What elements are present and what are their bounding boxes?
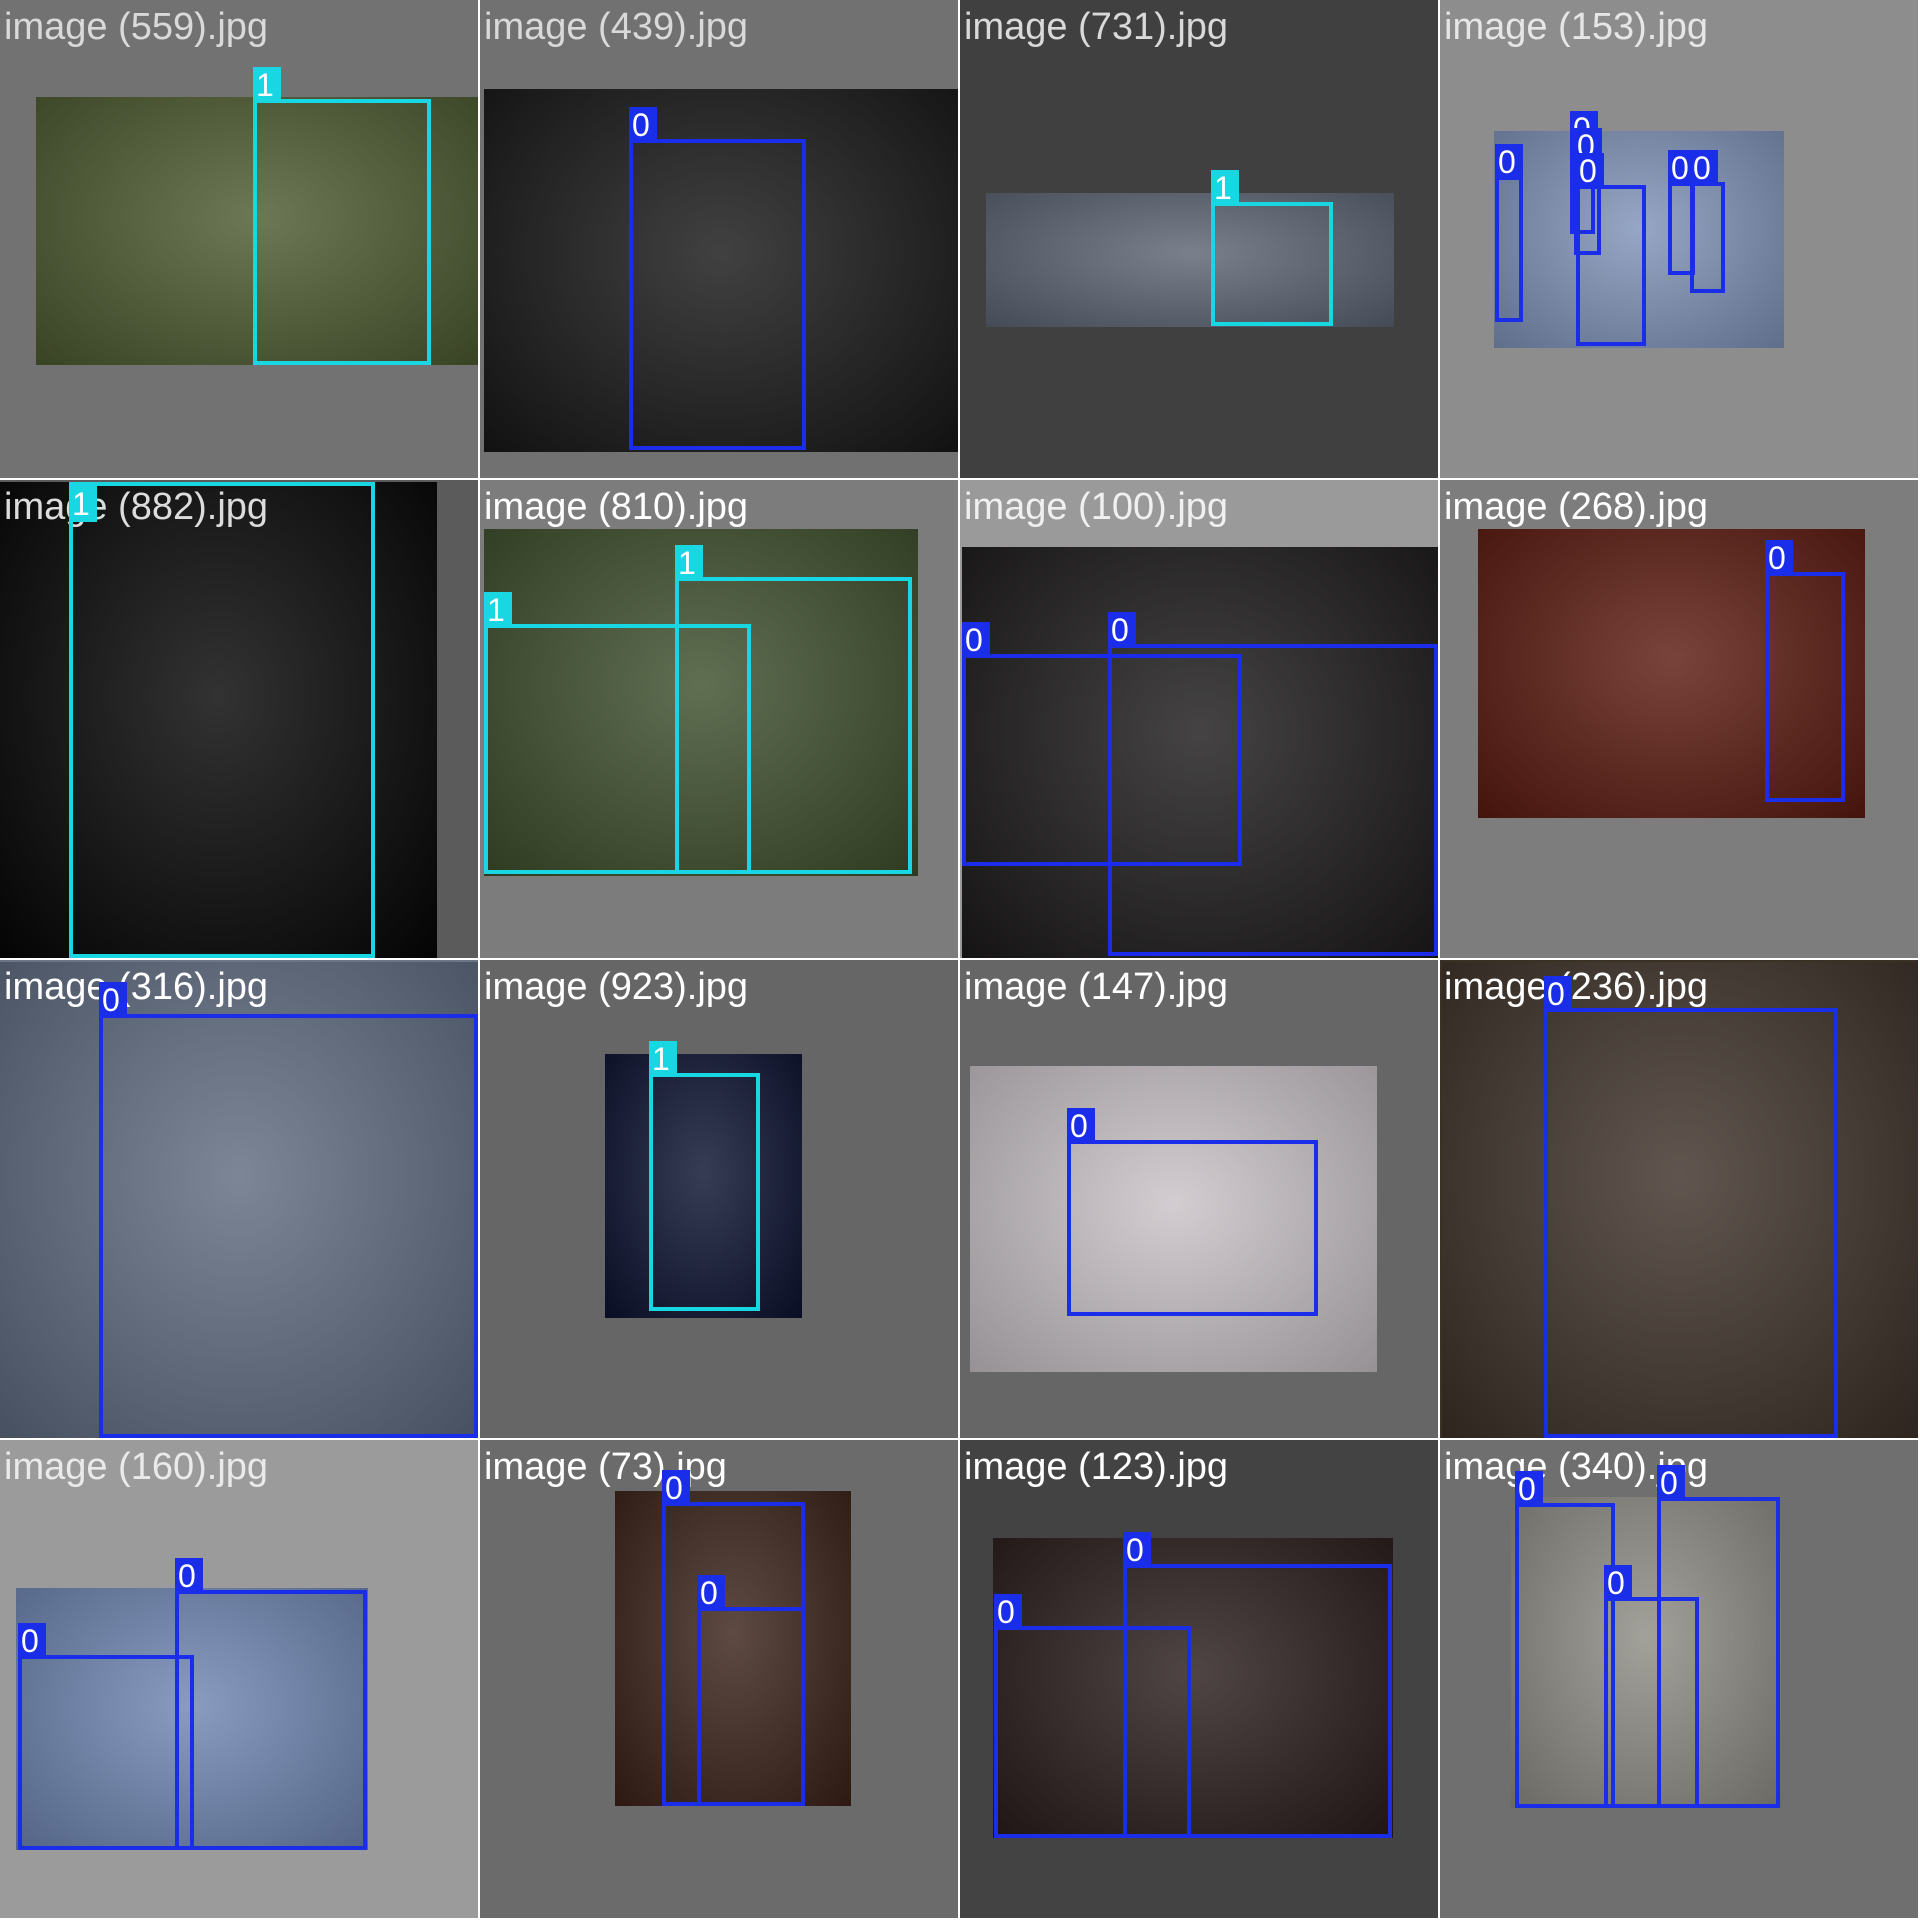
image-filename-label: image (100).jpg bbox=[964, 486, 1229, 528]
image-tile: image (559).jpg 1 bbox=[0, 0, 478, 478]
class-label-tag: 0 bbox=[1067, 1108, 1095, 1144]
class-label-tag: 0 bbox=[629, 107, 657, 143]
class-label-tag: 0 bbox=[1765, 540, 1793, 576]
image-filename-label: image (123).jpg bbox=[964, 1446, 1229, 1488]
prediction-grid: image (559).jpg 1 image (439).jpg 0 image (7… bbox=[0, 0, 1920, 1920]
image-filename-label: image (73).jpg bbox=[484, 1446, 727, 1488]
image-filename-label: image (236).jpg bbox=[1444, 966, 1709, 1008]
bounding-box: 0 bbox=[99, 982, 478, 1438]
bounding-box: 1 bbox=[69, 482, 375, 958]
class-label-tag: 0 bbox=[1495, 144, 1523, 180]
bounding-box: 0 bbox=[1576, 153, 1646, 346]
image-tile: image (439).jpg 0 bbox=[480, 0, 958, 478]
image-tile: image (810).jpg 1 1 bbox=[480, 480, 958, 958]
bounding-box: 0 bbox=[697, 1575, 805, 1806]
class-label-tag: 0 bbox=[1576, 153, 1604, 189]
bounding-box: 0 bbox=[1690, 150, 1725, 293]
bounding-box: 0 bbox=[1108, 612, 1438, 956]
class-label-tag: 1 bbox=[69, 486, 97, 522]
image-filename-label: image (268).jpg bbox=[1444, 486, 1709, 528]
class-label-tag: 0 bbox=[697, 1575, 725, 1611]
bounding-box: 1 bbox=[253, 67, 431, 365]
image-tile: image (123).jpg 0 0 bbox=[960, 1440, 1438, 1918]
image-tile: image (73).jpg 0 0 bbox=[480, 1440, 958, 1918]
image-filename-label: image (316).jpg bbox=[4, 966, 269, 1008]
image-filename-label: image (731).jpg bbox=[964, 6, 1229, 48]
bounding-box: 0 bbox=[1765, 540, 1845, 802]
class-label-tag: 0 bbox=[175, 1558, 203, 1594]
class-label-tag: 1 bbox=[649, 1041, 677, 1077]
image-filename-label: image (439).jpg bbox=[484, 6, 749, 48]
bounding-box: 0 bbox=[1067, 1108, 1318, 1316]
bounding-box: 0 bbox=[18, 1623, 194, 1850]
image-tile: image (236).jpg 0 bbox=[1440, 960, 1918, 1438]
class-label-tag: 0 bbox=[1108, 612, 1136, 648]
image-tile: image (160).jpg 0 0 bbox=[0, 1440, 478, 1918]
class-label-tag: 0 bbox=[662, 1470, 690, 1506]
class-label-tag: 1 bbox=[484, 592, 512, 628]
image-tile: image (153).jpg000000 bbox=[1440, 0, 1918, 478]
class-label-tag: 0 bbox=[1690, 150, 1718, 186]
image-filename-label: image (153).jpg bbox=[1444, 6, 1709, 48]
class-label-tag: 0 bbox=[18, 1623, 46, 1659]
bounding-box: 0 bbox=[1123, 1532, 1392, 1838]
bounding-box: 0 bbox=[1544, 976, 1838, 1438]
image-tile: image (923).jpg 1 bbox=[480, 960, 958, 1438]
image-filename-label: image (147).jpg bbox=[964, 966, 1229, 1008]
class-label-tag: 0 bbox=[1515, 1471, 1543, 1507]
class-label-tag: 0 bbox=[1544, 976, 1572, 1012]
class-label-tag: 0 bbox=[962, 622, 990, 658]
image-tile: image (100).jpg 0 0 bbox=[960, 480, 1438, 958]
image-tile: image (268).jpg 0 bbox=[1440, 480, 1918, 958]
bounding-box: 0 bbox=[1657, 1465, 1780, 1808]
image-filename-label: image (160).jpg bbox=[4, 1446, 269, 1488]
class-label-tag: 1 bbox=[1211, 170, 1239, 206]
image-tile: image (731).jpg 1 bbox=[960, 0, 1438, 478]
bounding-box: 1 bbox=[649, 1041, 760, 1311]
bounding-box: 1 bbox=[675, 545, 912, 874]
image-tile: image (147).jpg 0 bbox=[960, 960, 1438, 1438]
image-filename-label: image (559).jpg bbox=[4, 6, 269, 48]
class-label-tag: 0 bbox=[1123, 1532, 1151, 1568]
class-label-tag: 0 bbox=[1657, 1465, 1685, 1501]
bounding-box: 0 bbox=[629, 107, 806, 450]
class-label-tag: 0 bbox=[994, 1594, 1022, 1630]
bounding-box: 0 bbox=[175, 1558, 367, 1850]
class-label-tag: 0 bbox=[1604, 1565, 1632, 1601]
image-filename-label: image (923).jpg bbox=[484, 966, 749, 1008]
bounding-box: 0 bbox=[1515, 1471, 1615, 1808]
class-label-tag: 1 bbox=[675, 545, 703, 581]
image-filename-label: image (810).jpg bbox=[484, 486, 749, 528]
image-tile: image (316).jpg 0 bbox=[0, 960, 478, 1438]
class-label-tag: 0 bbox=[99, 982, 127, 1018]
bounding-box: 1 bbox=[1211, 170, 1333, 326]
class-label-tag: 1 bbox=[253, 67, 281, 103]
image-tile: image (340).jpg 0 0 0 bbox=[1440, 1440, 1918, 1918]
image-tile: image (882).jpg 1 bbox=[0, 480, 478, 958]
bounding-box: 0 bbox=[1495, 144, 1523, 322]
